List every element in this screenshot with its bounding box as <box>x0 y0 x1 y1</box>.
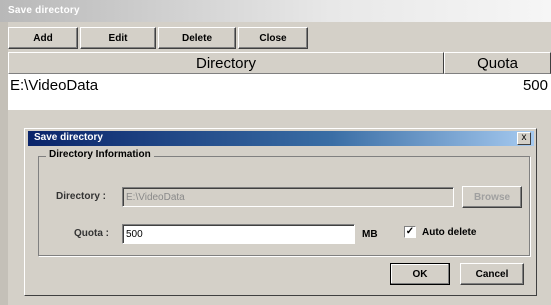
add-button[interactable]: Add <box>8 27 78 49</box>
directory-field[interactable]: E:\VideoData <box>122 187 454 207</box>
dialog-title: Save directory <box>34 132 103 143</box>
column-header-quota[interactable]: Quota <box>444 52 551 74</box>
ok-button[interactable]: OK <box>390 263 450 285</box>
group-label: Directory Information <box>46 149 154 160</box>
auto-delete-label: Auto delete <box>422 227 477 238</box>
checkmark-icon: ✓ <box>405 226 415 237</box>
close-button[interactable]: Close <box>238 27 308 49</box>
outer-title-bar[interactable] <box>0 0 551 22</box>
cancel-button[interactable]: Cancel <box>460 263 524 285</box>
window-edge <box>0 22 8 305</box>
table-row-directory[interactable]: E:\VideoData <box>10 74 430 96</box>
outer-window-title: Save directory <box>8 5 80 16</box>
auto-delete-checkbox[interactable]: ✓ <box>404 226 416 238</box>
dialog-close-icon[interactable]: x <box>517 132 531 145</box>
edit-button[interactable]: Edit <box>80 27 156 49</box>
quota-field[interactable]: 500 <box>122 224 355 244</box>
column-header-directory[interactable]: Directory <box>8 52 444 74</box>
table-row-quota[interactable]: 500 <box>446 74 548 96</box>
browse-button[interactable]: Browse <box>462 186 522 208</box>
quota-label: Quota : <box>74 228 109 239</box>
dialog-title-bar[interactable] <box>28 131 534 146</box>
quota-unit: MB <box>362 229 378 240</box>
directory-label: Directory : <box>56 191 107 202</box>
delete-button[interactable]: Delete <box>158 27 236 49</box>
